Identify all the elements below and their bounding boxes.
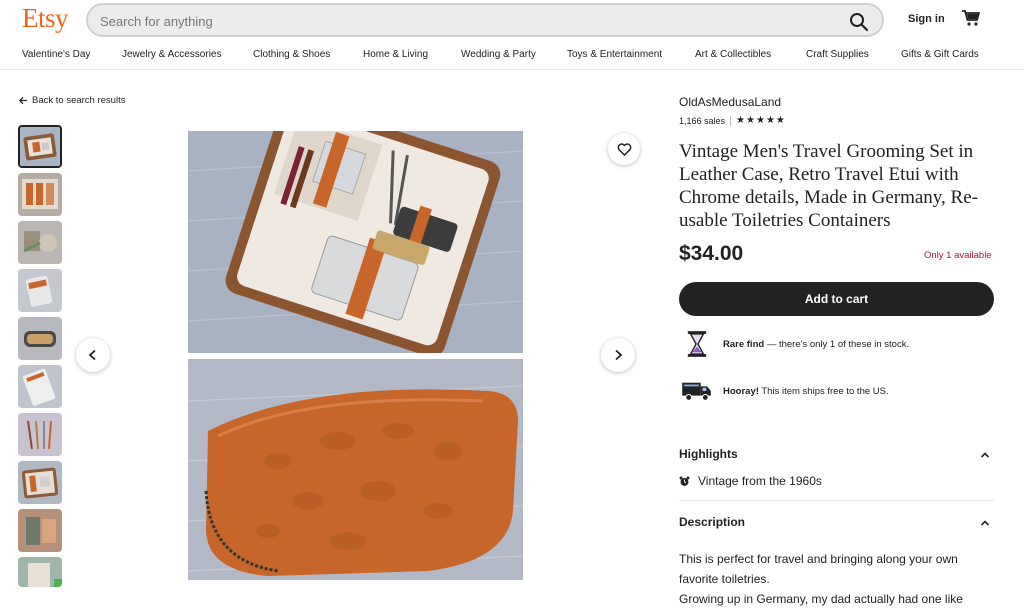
description-heading[interactable]: Description bbox=[679, 515, 745, 529]
stats-divider bbox=[730, 115, 732, 126]
thumbnail-7[interactable] bbox=[18, 413, 62, 456]
highlight-text: Vintage from the 1960s bbox=[698, 474, 822, 488]
listing-title: Vintage Men's Travel Grooming Set in Lea… bbox=[679, 141, 978, 231]
search-bar bbox=[86, 3, 884, 37]
category-clothing-shoes[interactable]: Clothing & Shoes bbox=[253, 49, 330, 60]
category-craft-supplies[interactable]: Craft Supplies bbox=[806, 49, 869, 60]
description-text: This is perfect for travel and bringing … bbox=[679, 549, 989, 609]
add-to-cart-button[interactable]: Add to cart bbox=[679, 282, 994, 316]
availability-notice: Only 1 available bbox=[924, 250, 992, 261]
thumbnail-6[interactable] bbox=[18, 365, 62, 408]
main-product-image bbox=[187, 98, 524, 580]
category-nav: Valentine's Day Jewelry & Accessories Cl… bbox=[0, 44, 1024, 70]
alarm-clock-icon bbox=[679, 476, 690, 486]
sales-count: 1,166 sales bbox=[679, 115, 726, 126]
shipping-label: Hooray! bbox=[723, 385, 759, 397]
listing-price: $34.00 bbox=[679, 242, 744, 265]
back-to-search-link[interactable]: Back to search results bbox=[19, 95, 125, 106]
next-image-button[interactable] bbox=[601, 338, 635, 372]
heart-icon bbox=[617, 142, 631, 156]
rare-find-label: Rare find bbox=[723, 338, 765, 350]
back-link-label: Back to search results bbox=[32, 95, 126, 106]
thumbnail-2[interactable] bbox=[18, 173, 62, 216]
site-header: Etsy Sign in bbox=[0, 0, 1024, 40]
category-wedding-party[interactable]: Wedding & Party bbox=[461, 49, 536, 60]
highlight-item: Vintage from the 1960s bbox=[679, 474, 822, 488]
shipping-text: This item ships free to the US. bbox=[758, 385, 889, 397]
rare-find-text: — there's only 1 of these in stock. bbox=[764, 338, 910, 350]
category-art-collectibles[interactable]: Art & Collectibles bbox=[695, 49, 771, 60]
rare-find-notice: Rare find — there's only 1 of these in s… bbox=[679, 328, 909, 360]
category-gifts-gift-cards[interactable]: Gifts & Gift Cards bbox=[901, 49, 979, 60]
thumbnail-1[interactable] bbox=[18, 125, 62, 168]
category-valentines-day[interactable]: Valentine's Day bbox=[22, 49, 90, 60]
chevron-up-icon[interactable] bbox=[978, 448, 992, 462]
search-icon[interactable] bbox=[848, 11, 870, 33]
chevron-up-icon[interactable] bbox=[978, 516, 992, 530]
truck-icon bbox=[679, 375, 715, 407]
thumbnail-5[interactable] bbox=[18, 317, 62, 360]
description-paragraph-1: This is perfect for travel and bringing … bbox=[679, 552, 958, 586]
previous-image-button[interactable] bbox=[76, 338, 110, 372]
chevron-left-icon bbox=[88, 349, 96, 361]
hourglass-icon bbox=[679, 328, 715, 360]
free-shipping-notice: Hooray! This item ships free to the US. bbox=[679, 375, 889, 407]
etsy-logo[interactable]: Etsy bbox=[22, 3, 69, 34]
search-input[interactable] bbox=[100, 11, 800, 31]
favorite-button[interactable] bbox=[608, 133, 640, 165]
shop-stats: 1,166 sales ★★★★★ bbox=[679, 115, 786, 126]
section-divider bbox=[679, 500, 994, 501]
category-toys-entertainment[interactable]: Toys & Entertainment bbox=[567, 49, 662, 60]
rating-stars[interactable]: ★★★★★ bbox=[736, 115, 786, 126]
category-jewelry-accessories[interactable]: Jewelry & Accessories bbox=[122, 49, 221, 60]
cart-icon[interactable] bbox=[961, 8, 981, 28]
shop-name-link[interactable]: OldAsMedusaLand bbox=[679, 95, 781, 109]
thumbnail-9[interactable] bbox=[18, 509, 62, 552]
arrow-left-icon bbox=[19, 96, 28, 105]
sign-in-link[interactable]: Sign in bbox=[908, 13, 945, 25]
thumbnail-10[interactable] bbox=[18, 557, 62, 587]
thumbnail-8[interactable] bbox=[18, 461, 62, 504]
highlights-heading[interactable]: Highlights bbox=[679, 447, 738, 461]
description-paragraph-2: Growing up in Germany, my dad actually h… bbox=[679, 592, 963, 606]
category-home-living[interactable]: Home & Living bbox=[363, 49, 428, 60]
thumbnail-3[interactable] bbox=[18, 221, 62, 264]
thumbnail-4[interactable] bbox=[18, 269, 62, 312]
chevron-right-icon bbox=[615, 349, 623, 361]
